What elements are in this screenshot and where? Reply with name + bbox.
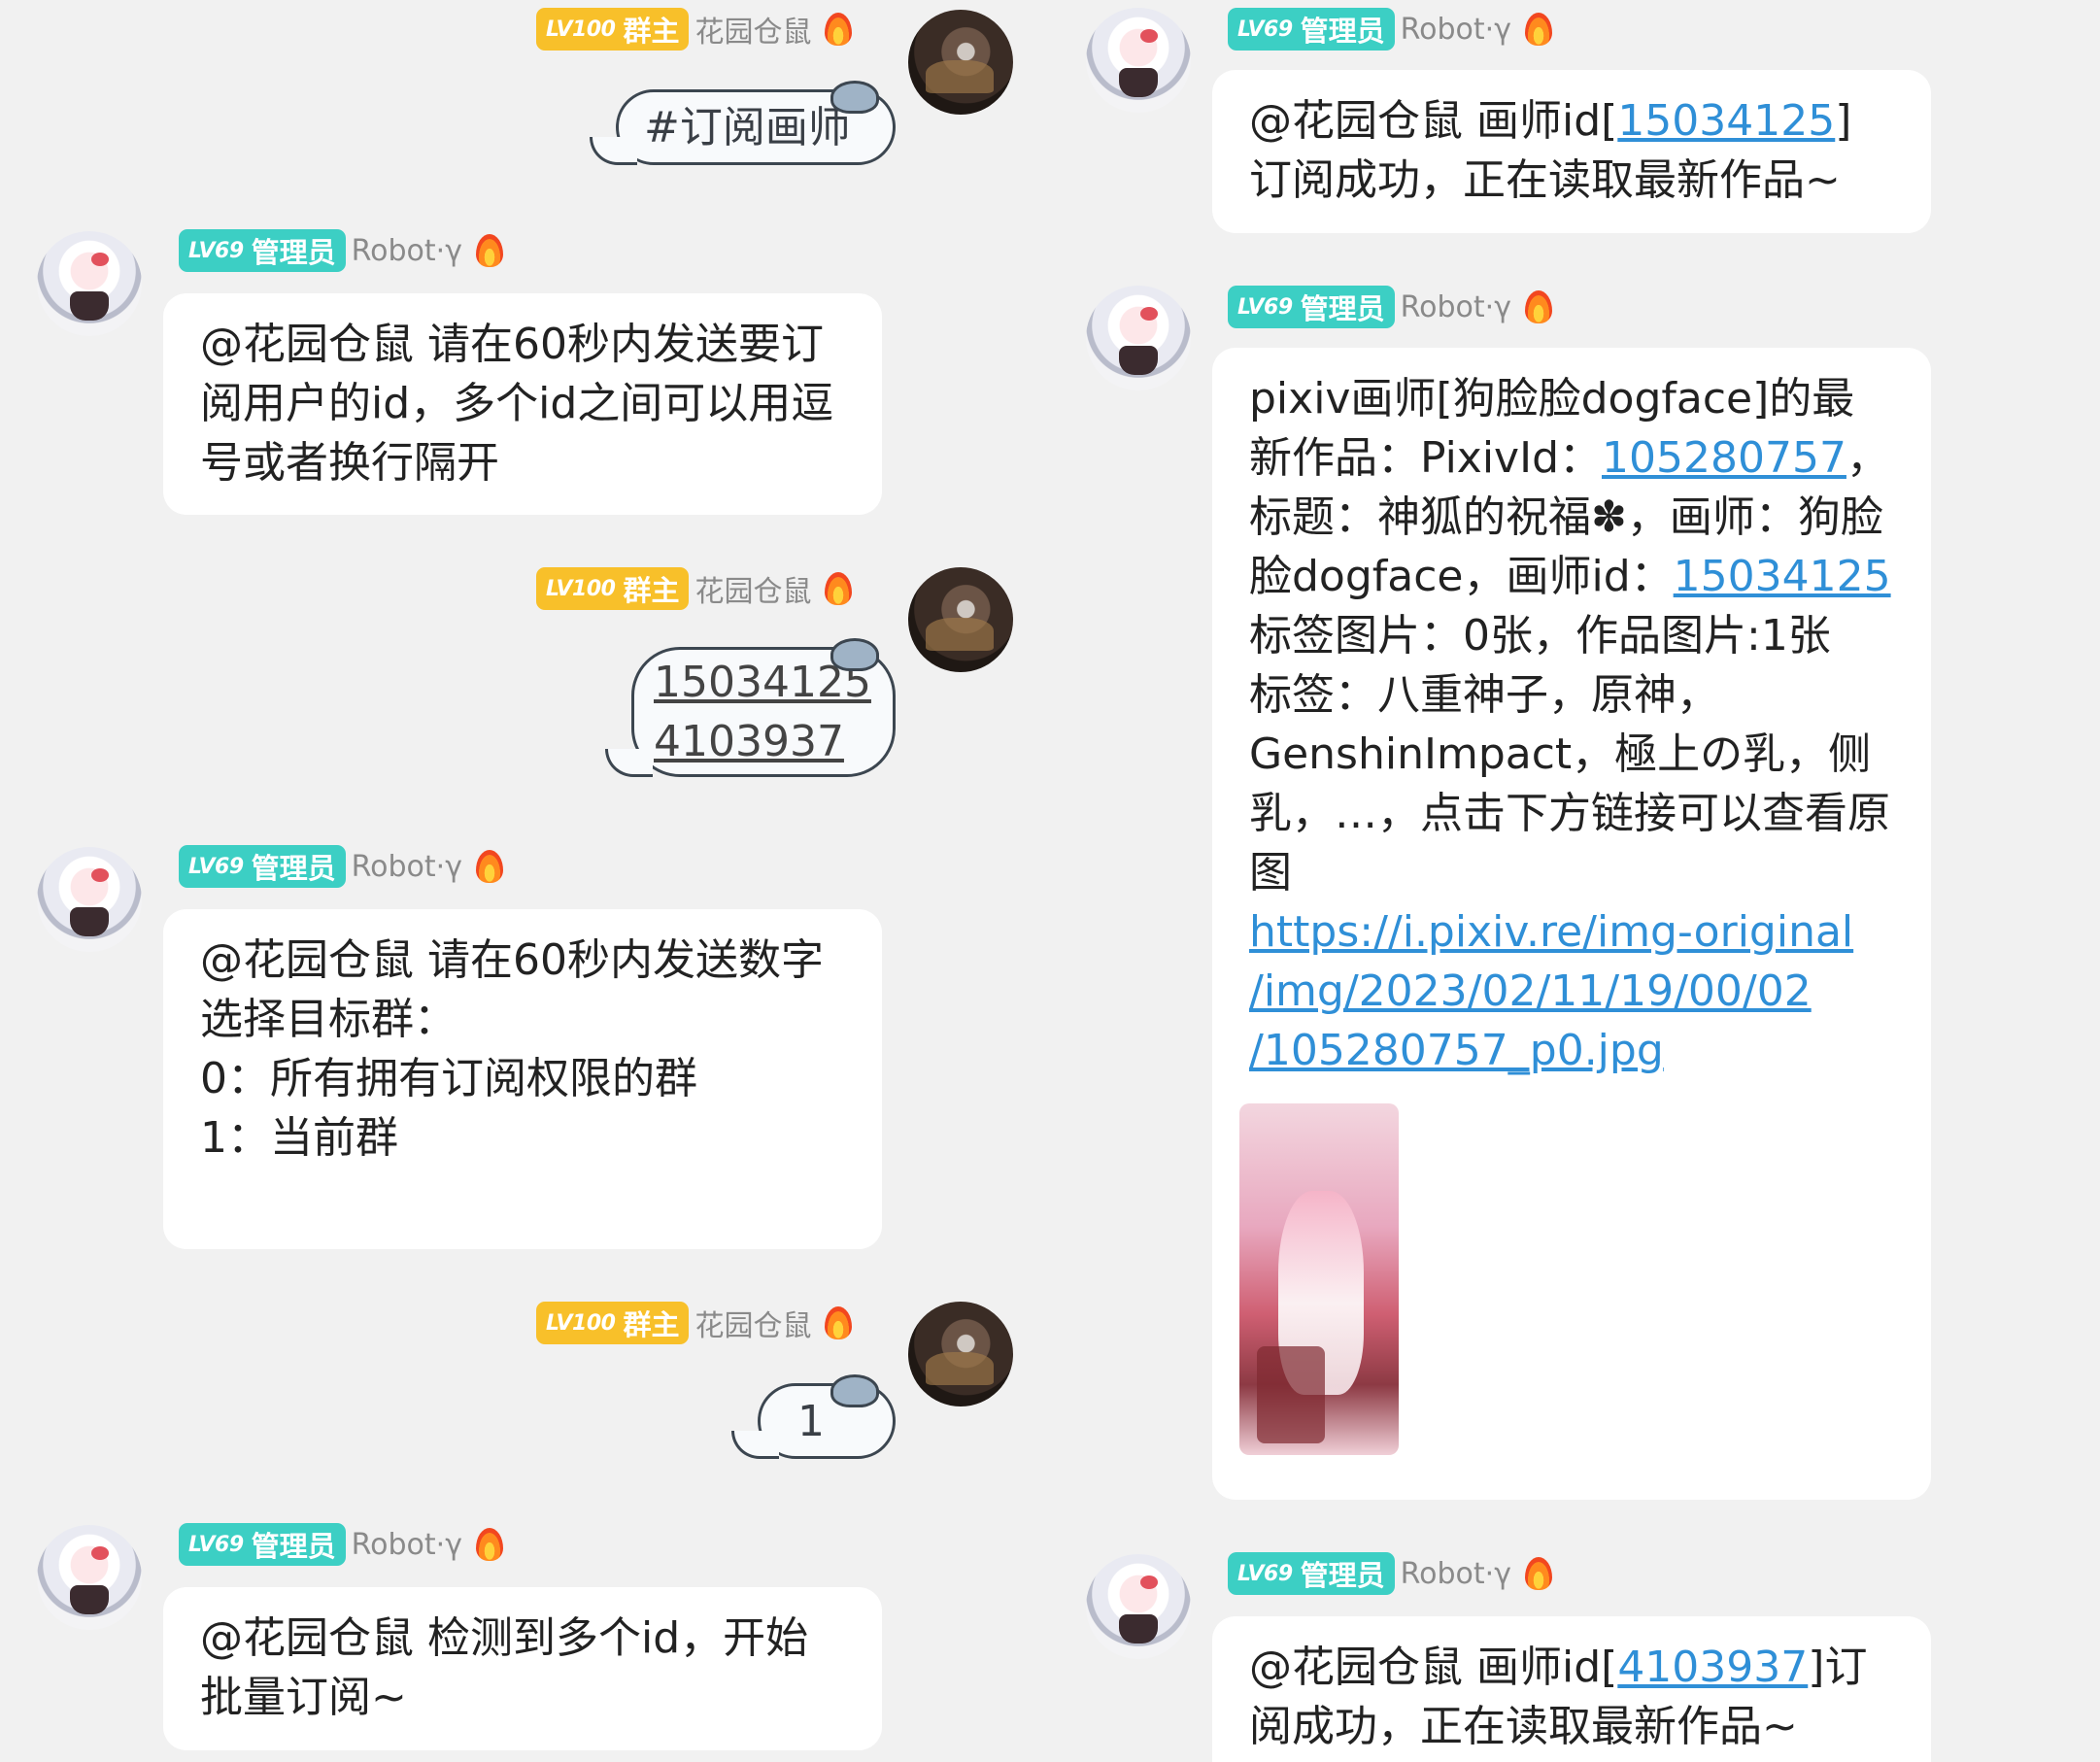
message-text: @花园仓鼠 请在60秒内发送要订阅用户的id，多个id之间可以用逗号或者换行隔开 <box>200 320 834 488</box>
chat-column-left: LV100 群主 花园仓鼠 #订阅画师 LV69 管理员 Robot·γ @花园… <box>0 0 1059 1762</box>
sender-name: Robot·γ <box>351 849 462 884</box>
sender-meta: LV100 群主 花园仓鼠 <box>536 567 853 610</box>
fire-icon <box>475 850 503 883</box>
message-bubble[interactable]: @花园仓鼠 画师id[15034125]订阅成功，正在读取最新作品~ <box>1212 70 1931 233</box>
sender-meta: LV69 管理员 Robot·γ <box>179 229 503 272</box>
url-line[interactable]: https://i.pixiv.re/img-original <box>1249 902 1894 962</box>
fire-icon <box>475 1528 503 1561</box>
message-bubble[interactable]: 15034125 4103937 <box>605 638 896 777</box>
level-label: LV69 <box>1237 17 1293 42</box>
sender-meta: LV69 管理员 Robot·γ <box>1228 1552 1552 1595</box>
artwork-info: pixiv画师[狗脸脸dogface]的最新作品：PixivId：1052807… <box>1249 369 1894 606</box>
message-bubble[interactable]: pixiv画师[狗脸脸dogface]的最新作品：PixivId：1052807… <box>1212 348 1931 1500</box>
message-bubble[interactable]: @花园仓鼠 请在60秒内发送数字选择目标群： 0：所有拥有订阅权限的群 1：当前… <box>163 909 882 1249</box>
role-label: 管理员 <box>251 1530 336 1563</box>
original-url-link[interactable]: https://i.pixiv.re/img-original /img/202… <box>1249 902 1894 1080</box>
avatar[interactable] <box>908 567 1013 672</box>
level-label: LV100 <box>546 1310 616 1336</box>
artist-id-link[interactable]: 4103937 <box>1617 1643 1808 1692</box>
avatar[interactable] <box>1086 8 1191 113</box>
role-label: 管理员 <box>1300 1559 1385 1592</box>
message-bubble[interactable]: @花园仓鼠 请在60秒内发送要订阅用户的id，多个id之间可以用逗号或者换行隔开 <box>163 293 882 515</box>
level-badge: LV69 管理员 <box>1228 8 1395 51</box>
message-text: 1 <box>797 1396 825 1446</box>
tags-line: 标签：八重神子，原神，GenshinImpact，極上の乳，侧乳，…，点击下方链… <box>1249 670 1890 898</box>
sender-name: Robot·γ <box>351 233 462 268</box>
level-badge: LV69 管理员 <box>179 229 346 272</box>
avatar[interactable] <box>1086 1554 1191 1659</box>
message-line: @花园仓鼠 请在60秒内发送数字选择目标群： <box>200 935 824 1044</box>
avatar[interactable] <box>908 10 1013 115</box>
sender-name: 花园仓鼠 <box>694 1309 812 1343</box>
level-badge: LV69 管理员 <box>179 845 346 888</box>
sender-meta: LV69 管理员 Robot·γ <box>179 1523 503 1566</box>
fire-icon <box>1524 1557 1552 1590</box>
message-line: 0：所有拥有订阅权限的群 <box>200 1054 697 1103</box>
role-label: 管理员 <box>251 236 336 269</box>
sender-name: 花园仓鼠 <box>694 575 812 609</box>
level-label: LV69 <box>188 238 244 263</box>
message-bubble[interactable]: @花园仓鼠 检测到多个id，开始批量订阅~ <box>163 1587 882 1750</box>
message-text-pre: @花园仓鼠 画师id[ <box>1249 96 1618 146</box>
message-bubble[interactable]: @花园仓鼠 画师id[4103937]订阅成功，正在读取最新作品~ <box>1212 1616 1931 1762</box>
sender-name: Robot·γ <box>351 1527 462 1562</box>
message-line[interactable]: 4103937 <box>654 712 893 771</box>
sender-meta: LV100 群主 花园仓鼠 <box>536 1302 853 1344</box>
level-badge: LV100 群主 <box>536 8 690 51</box>
sender-name: Robot·γ <box>1400 289 1511 324</box>
level-badge: LV69 管理员 <box>179 1523 346 1566</box>
level-label: LV69 <box>188 1532 244 1557</box>
role-label: 群主 <box>623 1308 680 1341</box>
fire-icon <box>825 13 853 46</box>
level-label: LV69 <box>188 854 244 879</box>
message-line[interactable]: 15034125 <box>654 653 893 712</box>
sender-meta: LV69 管理员 Robot·γ <box>1228 286 1552 328</box>
chat-column-right: LV69 管理员 Robot·γ @花园仓鼠 画师id[15034125]订阅成… <box>1059 0 2100 1762</box>
role-label: 群主 <box>623 15 680 48</box>
message-bubble[interactable]: #订阅画师 <box>590 81 896 165</box>
avatar[interactable] <box>37 1525 142 1630</box>
url-line[interactable]: /img/2023/02/11/19/00/02 <box>1249 962 1894 1021</box>
avatar[interactable] <box>1086 286 1191 390</box>
sender-name: Robot·γ <box>1400 1556 1511 1591</box>
artist-id-link[interactable]: 15034125 <box>1674 552 1891 601</box>
role-label: 管理员 <box>1300 292 1385 325</box>
avatar[interactable] <box>908 1302 1013 1406</box>
level-label: LV69 <box>1237 1561 1293 1586</box>
message-text: @花园仓鼠 检测到多个id，开始批量订阅~ <box>200 1613 809 1722</box>
message-text: #订阅画师 <box>644 102 851 152</box>
fire-icon <box>825 572 853 605</box>
image-count-line: 标签图片：0张，作品图片:1张 <box>1249 611 1831 661</box>
level-badge: LV69 管理员 <box>1228 1552 1395 1595</box>
url-line[interactable]: /105280757_p0.jpg <box>1249 1021 1894 1080</box>
level-badge: LV100 群主 <box>536 567 690 610</box>
artwork-thumbnail[interactable] <box>1239 1103 1399 1455</box>
message-text-pre: @花园仓鼠 画师id[ <box>1249 1643 1618 1692</box>
fire-icon <box>1524 290 1552 323</box>
fire-icon <box>475 234 503 267</box>
level-label: LV100 <box>546 17 616 42</box>
sender-meta: LV100 群主 花园仓鼠 <box>536 8 853 51</box>
fire-icon <box>825 1306 853 1339</box>
message-bubble[interactable]: 1 <box>731 1374 896 1459</box>
avatar[interactable] <box>37 231 142 336</box>
role-label: 管理员 <box>251 852 336 885</box>
message-line: 1：当前群 <box>200 1113 398 1163</box>
artist-id-link[interactable]: 15034125 <box>1617 96 1835 146</box>
pixiv-id-link[interactable]: 105280757 <box>1602 433 1846 483</box>
avatar[interactable] <box>37 847 142 952</box>
level-badge: LV100 群主 <box>536 1302 690 1344</box>
sender-meta: LV69 管理员 Robot·γ <box>179 845 503 888</box>
level-label: LV69 <box>1237 294 1293 320</box>
role-label: 群主 <box>623 574 680 607</box>
role-label: 管理员 <box>1300 15 1385 48</box>
level-badge: LV69 管理员 <box>1228 286 1395 328</box>
level-label: LV100 <box>546 576 616 601</box>
fire-icon <box>1524 13 1552 46</box>
sender-meta: LV69 管理员 Robot·γ <box>1228 8 1552 51</box>
sender-name: Robot·γ <box>1400 12 1511 47</box>
sender-name: 花园仓鼠 <box>694 16 812 50</box>
